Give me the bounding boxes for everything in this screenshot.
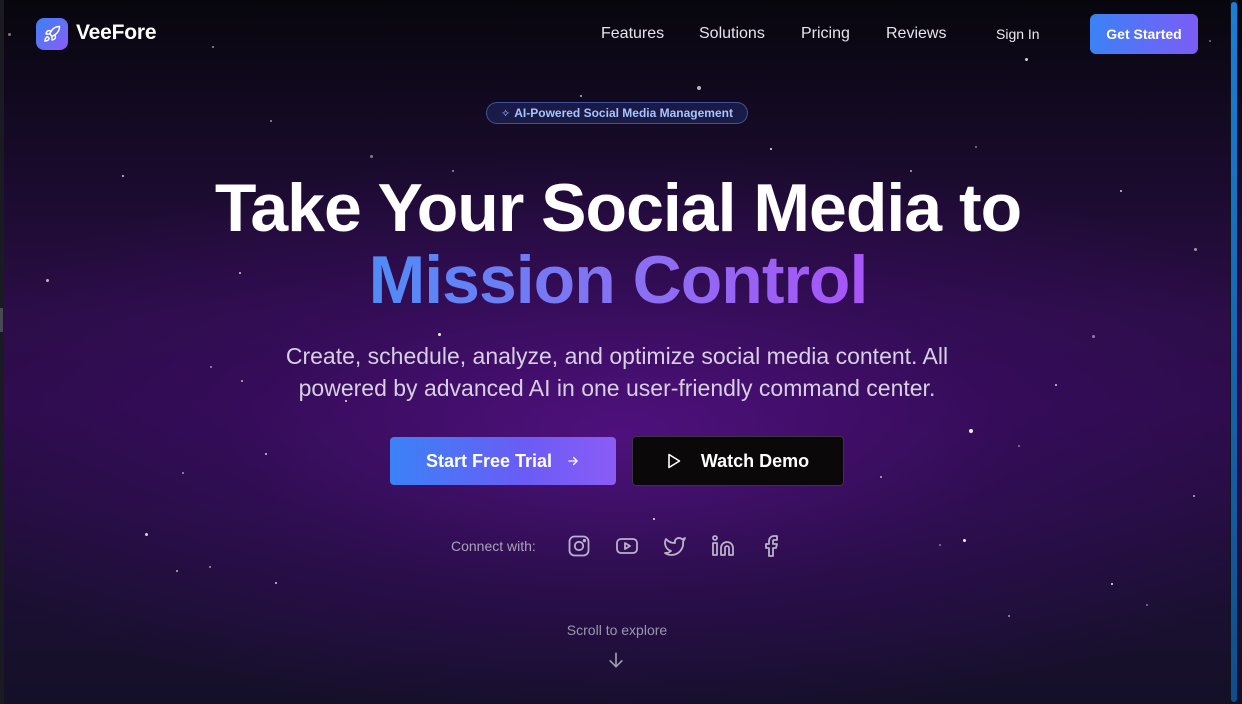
top-navigation: VeeFore Features Solutions Pricing Revie… <box>0 0 1230 68</box>
headline-highlight: Mission Control <box>368 242 869 318</box>
feature-badge: ✧ AI-Powered Social Media Management <box>486 102 748 124</box>
facebook-icon[interactable] <box>759 534 783 558</box>
star-dot <box>176 570 178 572</box>
star-dot <box>969 429 973 433</box>
nav-link-solutions[interactable]: Solutions <box>699 25 765 43</box>
linkedin-icon[interactable] <box>711 534 735 558</box>
star-dot <box>1092 335 1095 338</box>
badge-label: AI-Powered Social Media Management <box>514 106 733 120</box>
star-dot <box>580 95 582 97</box>
star-dot <box>1111 583 1113 585</box>
star-dot <box>1193 495 1195 497</box>
twitter-icon[interactable] <box>663 534 687 558</box>
star-dot <box>963 539 966 542</box>
star-dot <box>1146 604 1148 606</box>
star-dot <box>939 544 941 546</box>
arrow-right-icon <box>568 456 578 466</box>
start-free-trial-button[interactable]: Start Free Trial <box>390 437 616 485</box>
star-dot <box>270 120 272 122</box>
headline-line-1: Take Your Social Media to <box>214 170 1022 246</box>
subtitle-line-2: powered by advanced AI in one user-frien… <box>298 375 936 401</box>
star-dot <box>1008 615 1010 617</box>
rocket-icon <box>44 25 61 42</box>
nav-link-features[interactable]: Features <box>601 25 664 43</box>
star-dot <box>370 155 373 158</box>
star-dot <box>438 333 441 336</box>
star-dot <box>697 86 701 90</box>
arrow-down-icon[interactable] <box>606 650 626 670</box>
start-free-trial-label: Start Free Trial <box>425 450 553 471</box>
star-dot <box>975 146 977 148</box>
watch-demo-label: Watch Demo <box>700 450 810 471</box>
star-dot <box>653 518 655 520</box>
sign-in-link[interactable]: Sign In <box>996 26 1040 42</box>
scroll-hint-label: Scroll to explore <box>566 622 668 638</box>
star-dot <box>770 148 772 150</box>
get-started-button[interactable]: Get Started <box>1090 14 1198 54</box>
star-dot <box>182 472 184 474</box>
watch-demo-button[interactable]: Watch Demo <box>632 436 844 486</box>
logo-mark[interactable] <box>36 18 68 50</box>
subtitle-line-1: Create, schedule, analyze, and optimize … <box>285 343 949 369</box>
star-dot <box>1018 445 1020 447</box>
play-icon <box>668 453 681 469</box>
star-dot <box>265 453 267 455</box>
sparkles-icon: ✧ <box>501 107 511 120</box>
headline-line-2: Mission Control <box>0 246 1236 314</box>
nav-link-pricing[interactable]: Pricing <box>801 25 850 43</box>
brand-name[interactable]: VeeFore <box>76 21 157 45</box>
star-dot <box>275 582 277 584</box>
nav-link-reviews[interactable]: Reviews <box>886 25 946 43</box>
instagram-icon[interactable] <box>567 534 591 558</box>
youtube-icon[interactable] <box>615 534 639 558</box>
star-dot <box>880 476 882 478</box>
connect-label: Connect with: <box>451 538 536 554</box>
star-dot <box>145 533 148 536</box>
star-dot <box>209 566 211 568</box>
